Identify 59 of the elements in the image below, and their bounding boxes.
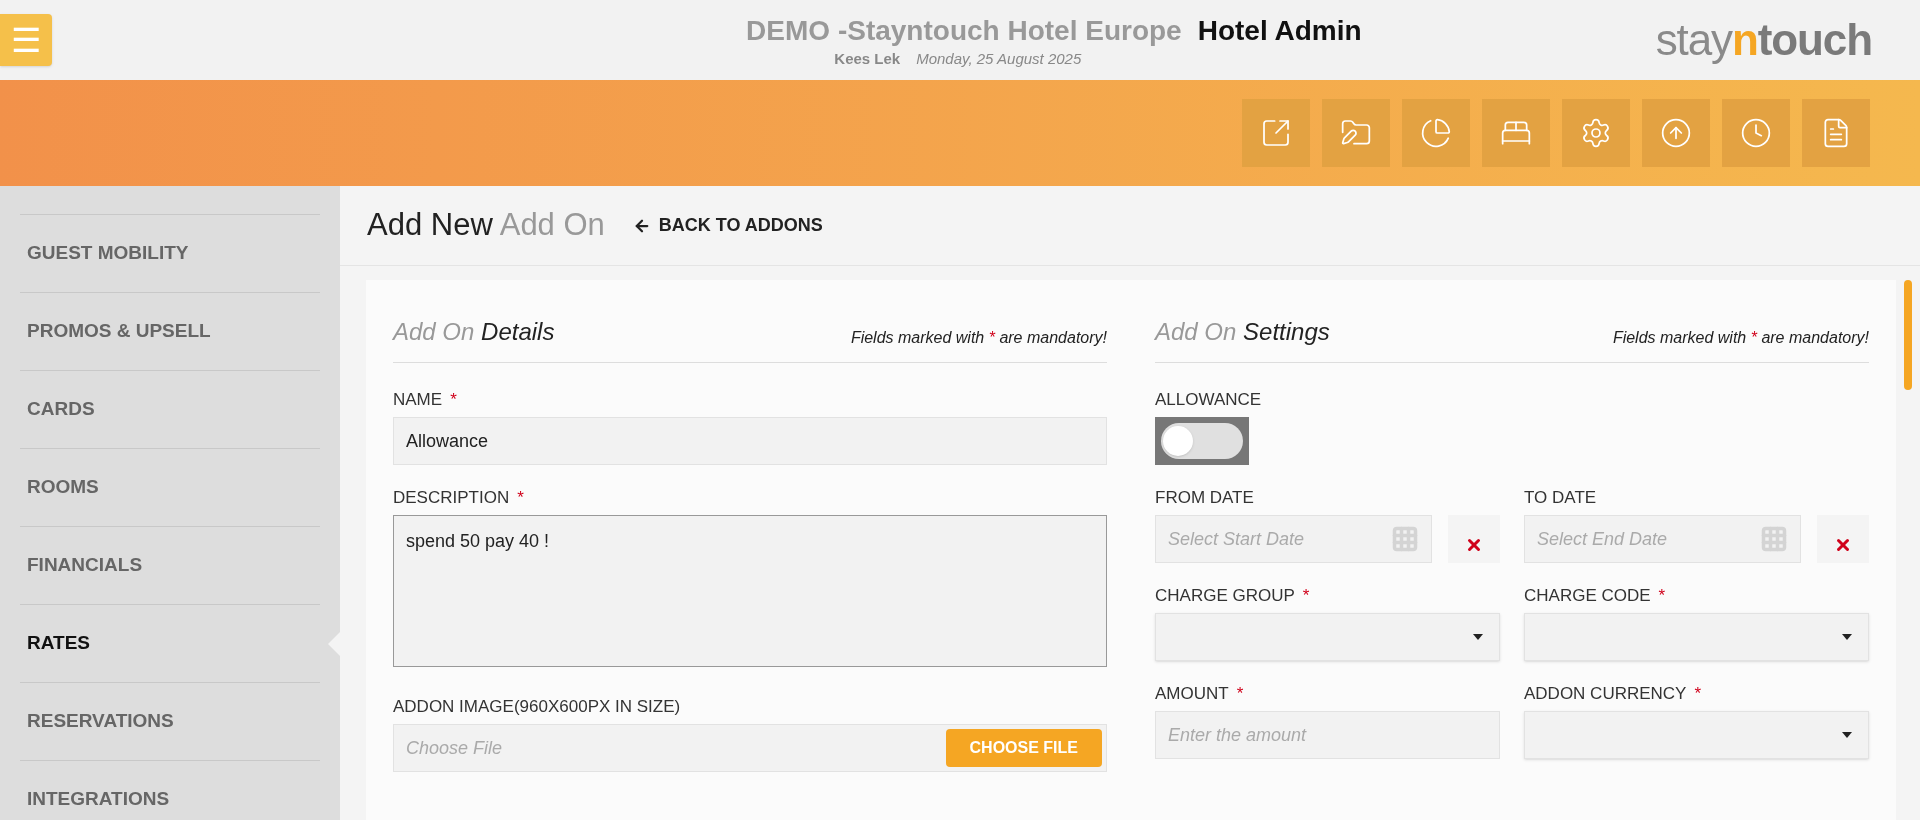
toolbar-button[interactable] xyxy=(1242,99,1310,167)
scrollbar-thumb[interactable] xyxy=(1904,280,1912,390)
field-label: ALLOWANCE xyxy=(1155,389,1263,409)
dropdown[interactable] xyxy=(1524,613,1869,661)
text-field[interactable]: Enter the amount xyxy=(1155,711,1500,759)
page-title: Add New Add On xyxy=(367,206,605,245)
field-label: ADDON CURRENCY * xyxy=(1524,683,1703,703)
user-name: Kees Lek xyxy=(834,48,901,69)
back-link[interactable]: BACK TO ADDONS xyxy=(632,212,823,239)
app-title: Hotel Admin xyxy=(1197,13,1362,48)
section-title: Add On Details xyxy=(393,317,555,347)
current-date: Monday, 25 August 2025 xyxy=(916,48,1082,69)
caret-icon xyxy=(1842,732,1852,738)
hotel-name: DEMO -Stayntouch Hotel Europe xyxy=(746,13,1182,48)
settings-icon xyxy=(1580,117,1612,149)
close-icon xyxy=(1465,536,1483,554)
text-field[interactable]: Allowance xyxy=(393,417,1107,465)
description-field[interactable]: spend 50 pay 40 ! xyxy=(393,515,1107,667)
toolbar-button[interactable] xyxy=(1322,99,1390,167)
clear-date-button[interactable] xyxy=(1817,515,1869,563)
toolbar-button[interactable] xyxy=(1402,99,1470,167)
field-label: AMOUNT * xyxy=(1155,683,1245,703)
sidebar-item[interactable]: RESERVATIONS xyxy=(20,707,174,736)
field-label: TO DATE xyxy=(1524,487,1598,507)
calendar-icon xyxy=(1760,525,1788,553)
field-label: ADDON IMAGE(960X600PX IN SIZE) xyxy=(393,696,682,716)
dropdown[interactable] xyxy=(1155,613,1500,661)
field-label: FROM DATE xyxy=(1155,487,1255,507)
close-icon xyxy=(1834,536,1852,554)
sidebar-item[interactable]: GUEST MOBILITY xyxy=(20,239,189,268)
toolbar-button[interactable] xyxy=(1482,99,1550,167)
field-label: DESCRIPTION * xyxy=(393,487,525,507)
toolbar-button[interactable] xyxy=(1722,99,1790,167)
calendar-icon xyxy=(1391,525,1419,553)
sidebar-item[interactable]: CARDS xyxy=(20,395,95,424)
caret-icon xyxy=(1842,634,1852,640)
toggle-switch[interactable] xyxy=(1155,417,1249,465)
mandatory-note: Fields marked with * are mandatory! xyxy=(1612,328,1869,348)
toolbar-button[interactable] xyxy=(1642,99,1710,167)
sidebar-item[interactable]: INTEGRATIONS xyxy=(20,785,170,814)
pie-chart-icon xyxy=(1420,117,1452,149)
sidebar-item[interactable]: FINANCIALS xyxy=(20,551,143,580)
caret-icon xyxy=(1473,634,1483,640)
toolbar-button[interactable] xyxy=(1562,99,1630,167)
toolbar-button[interactable] xyxy=(1802,99,1870,167)
clear-date-button[interactable] xyxy=(1448,515,1500,563)
upload-icon xyxy=(1660,117,1692,149)
sidebar-item[interactable]: PROMOS & UPSELL xyxy=(20,317,211,346)
logo: stayntouch xyxy=(1655,14,1872,66)
field-label: CHARGE GROUP * xyxy=(1155,585,1311,605)
section-title: Add On Settings xyxy=(1155,317,1330,347)
field-label: CHARGE CODE * xyxy=(1524,585,1667,605)
sidebar-item[interactable]: RATES xyxy=(20,629,90,658)
clock-icon xyxy=(1740,117,1772,149)
mandatory-note: Fields marked with * are mandatory! xyxy=(850,328,1107,348)
sidebar-item[interactable]: ROOMS xyxy=(20,473,99,502)
dropdown[interactable] xyxy=(1524,711,1869,759)
field-label: NAME * xyxy=(393,389,458,409)
open-window-icon xyxy=(1260,117,1292,149)
